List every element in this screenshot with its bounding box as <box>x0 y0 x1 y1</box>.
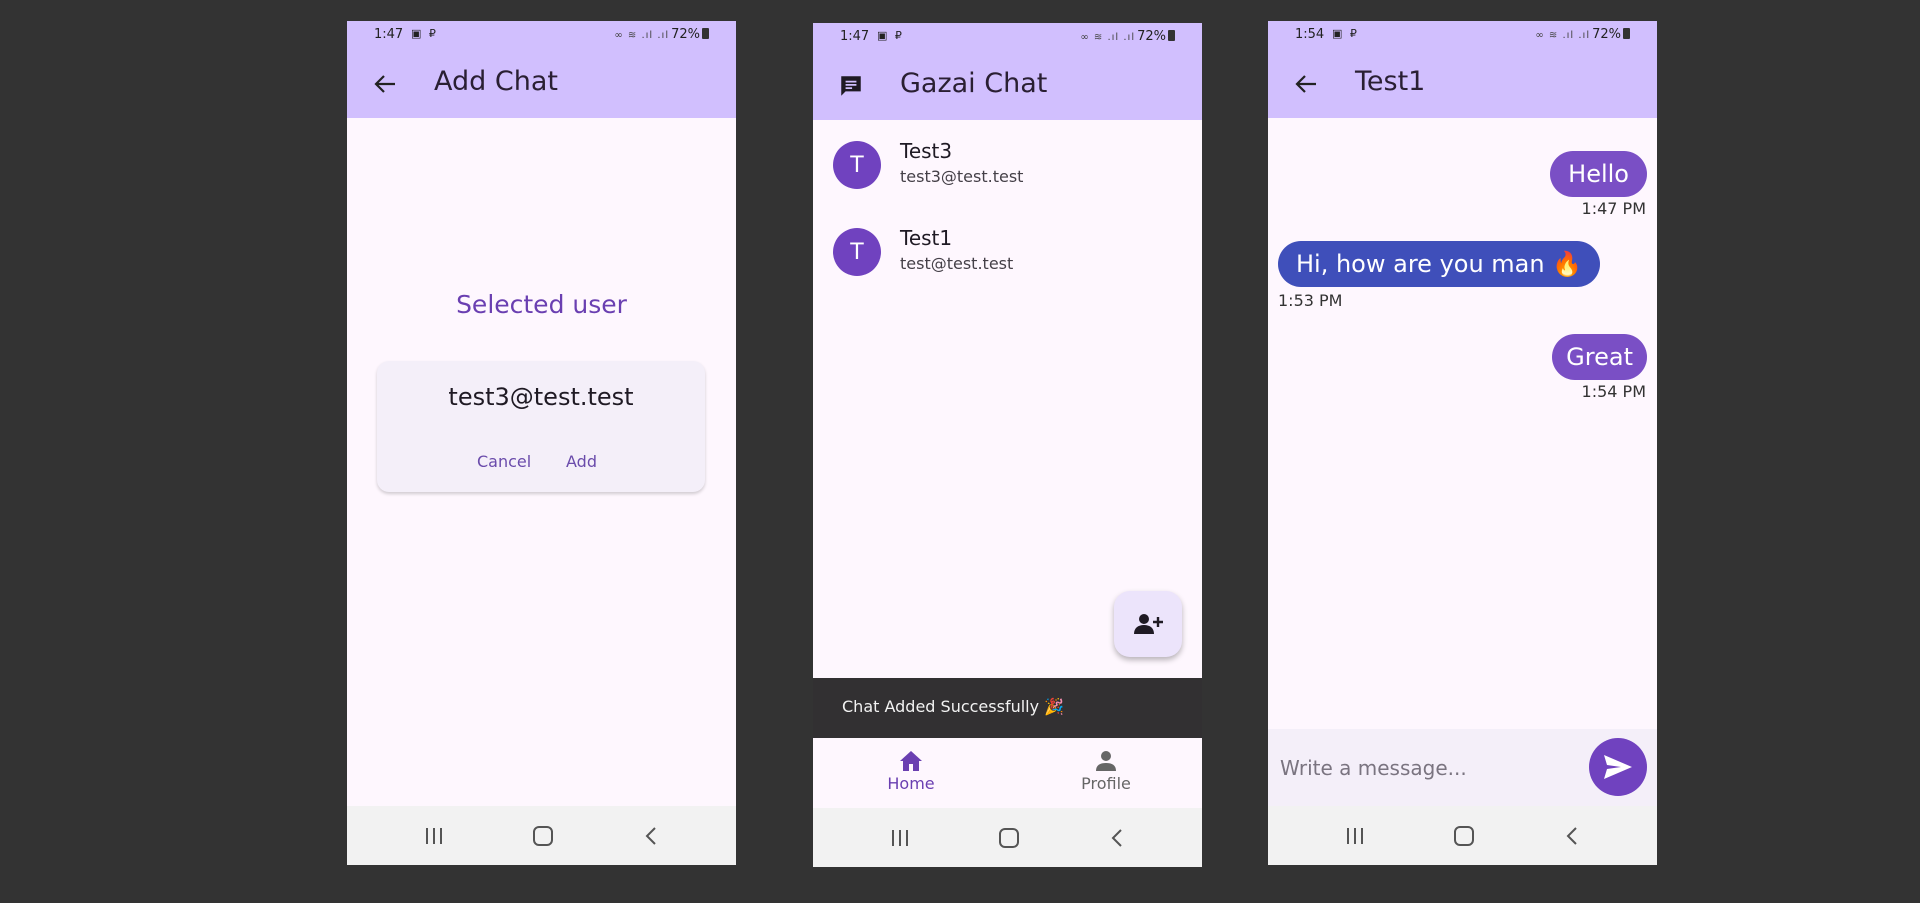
back-nav-button[interactable] <box>1102 826 1132 850</box>
chat-name: Test3 <box>900 139 953 163</box>
recents-icon <box>892 830 908 846</box>
selected-user-card: test3@test.test Cancel Add <box>377 361 705 492</box>
system-nav-bar <box>1268 806 1657 865</box>
status-right: ∞ ≋ .ıl .ıl 72% <box>1080 29 1175 44</box>
sent-message-bubble: Great <box>1552 334 1647 380</box>
avatar: T <box>833 141 881 189</box>
status-bar: 1:54 ▣ ₽ ∞ ≋ .ıl .ıl 72% <box>1268 21 1657 51</box>
home-button[interactable] <box>994 826 1024 850</box>
system-nav-bar <box>813 808 1202 867</box>
battery-icon <box>702 28 709 39</box>
snackbar: Chat Added Successfully 🎉 <box>813 678 1202 738</box>
chat-icon <box>841 76 861 96</box>
arrow-left-icon <box>374 75 395 93</box>
conversation-title: Test1 <box>1355 66 1426 97</box>
chat-name: Test1 <box>900 226 953 250</box>
chat-list-item[interactable]: T Test1 test@test.test <box>813 208 1202 292</box>
app-bar: 1:54 ▣ ₽ ∞ ≋ .ıl .ıl 72% Test1 <box>1268 21 1657 118</box>
message-input[interactable] <box>1278 747 1582 789</box>
message-time: 1:54 PM <box>1581 382 1646 401</box>
home-circle-icon <box>1454 826 1474 846</box>
app-bar: 1:47 ▣ ₽ ∞ ≋ .ıl .ıl 72% Gazai Chat <box>813 23 1202 120</box>
selected-user-label: Selected user <box>456 290 627 319</box>
signal-icon: ∞ ≋ .ıl .ıl <box>1535 30 1591 41</box>
battery-percent: 72% <box>1592 27 1621 42</box>
home-icon <box>900 751 922 771</box>
notification-icons: ▣ ₽ <box>1332 27 1359 40</box>
home-circle-icon <box>999 828 1019 848</box>
app-title: Gazai Chat <box>900 68 1048 99</box>
message-time: 1:53 PM <box>1278 291 1343 310</box>
nav-home-label: Home <box>887 774 935 793</box>
signal-icon: ∞ ≋ .ıl .ıl <box>614 30 670 41</box>
status-time: 1:54 <box>1295 27 1325 42</box>
message-time: 1:47 PM <box>1581 199 1646 218</box>
status-right: ∞ ≋ .ıl .ıl 72% <box>614 27 709 42</box>
back-button[interactable] <box>1290 68 1322 100</box>
home-circle-icon <box>533 826 553 846</box>
chat-logo <box>835 70 867 102</box>
recents-button[interactable] <box>419 824 449 848</box>
app-bar: 1:47 ▣ ₽ ∞ ≋ .ıl .ıl 72% Add Chat <box>347 21 736 118</box>
signal-icon: ∞ ≋ .ıl .ıl <box>1080 32 1136 43</box>
received-message-bubble: Hi, how are you man 🔥 <box>1278 241 1601 287</box>
battery-percent: 72% <box>671 27 700 42</box>
back-button[interactable] <box>369 68 401 100</box>
chat-list-screen: 1:47 ▣ ₽ ∞ ≋ .ıl .ıl 72% Gazai Chat T Tes… <box>813 23 1202 867</box>
home-button[interactable] <box>528 824 558 848</box>
person-add-icon <box>1134 614 1163 634</box>
home-button[interactable] <box>1449 824 1479 848</box>
chevron-left-icon <box>1111 829 1122 847</box>
back-nav-button[interactable] <box>1557 824 1587 848</box>
status-bar: 1:47 ▣ ₽ ∞ ≋ .ıl .ıl 72% <box>813 23 1202 53</box>
add-button[interactable]: Add <box>566 452 597 471</box>
chat-email: test@test.test <box>900 254 1014 273</box>
system-nav-bar <box>347 806 736 865</box>
send-button[interactable] <box>1589 738 1647 796</box>
nav-profile[interactable]: Profile <box>1061 748 1151 793</box>
battery-icon <box>1623 28 1630 39</box>
status-right: ∞ ≋ .ıl .ıl 72% <box>1535 27 1630 42</box>
battery-icon <box>1168 30 1175 41</box>
add-chat-screen: 1:47 ▣ ₽ ∞ ≋ .ıl .ıl 72% Add Chat Selecte… <box>347 21 736 865</box>
status-time: 1:47 <box>840 29 870 44</box>
recents-icon <box>426 828 442 844</box>
nav-profile-label: Profile <box>1081 774 1131 793</box>
chevron-left-icon <box>1566 827 1577 845</box>
send-icon <box>1604 755 1632 779</box>
cancel-button[interactable]: Cancel <box>477 452 531 471</box>
notification-icons: ▣ ₽ <box>877 29 904 42</box>
selected-user-email: test3@test.test <box>448 383 634 411</box>
chevron-left-icon <box>645 827 656 845</box>
recents-button[interactable] <box>885 826 915 850</box>
recents-icon <box>1347 828 1363 844</box>
notification-icons: ▣ ₽ <box>411 27 438 40</box>
sent-message-bubble: Hello <box>1550 151 1647 197</box>
person-icon <box>1096 751 1116 771</box>
status-time: 1:47 <box>374 27 404 42</box>
chat-email: test3@test.test <box>900 167 1024 186</box>
arrow-left-icon <box>1295 75 1316 93</box>
avatar: T <box>833 228 881 276</box>
add-chat-fab[interactable] <box>1114 591 1182 657</box>
recents-button[interactable] <box>1340 824 1370 848</box>
message-composer <box>1268 729 1657 806</box>
battery-percent: 72% <box>1137 29 1166 44</box>
page-title: Add Chat <box>434 66 558 97</box>
bottom-navigation: Home Profile <box>813 738 1202 808</box>
back-nav-button[interactable] <box>636 824 666 848</box>
chat-list-item[interactable]: T Test3 test3@test.test <box>813 121 1202 205</box>
status-bar: 1:47 ▣ ₽ ∞ ≋ .ıl .ıl 72% <box>347 21 736 51</box>
nav-home[interactable]: Home <box>866 748 956 793</box>
conversation-screen: 1:54 ▣ ₽ ∞ ≋ .ıl .ıl 72% Test1 Hello 1:47… <box>1268 21 1657 865</box>
snackbar-text: Chat Added Successfully 🎉 <box>842 697 1065 716</box>
